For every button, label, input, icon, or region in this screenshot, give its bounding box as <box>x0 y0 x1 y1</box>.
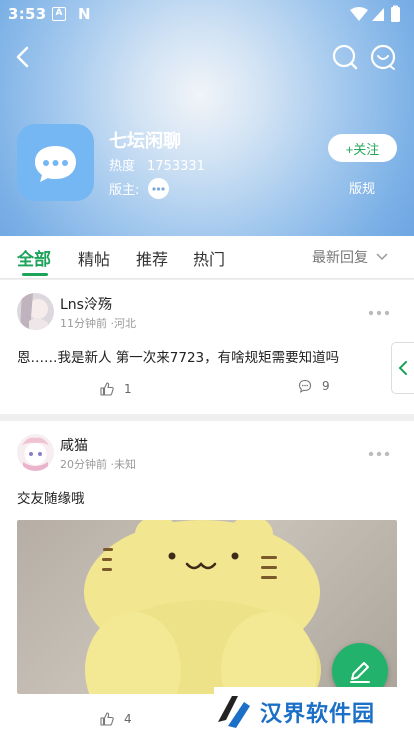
notification-a-icon: A <box>52 7 66 21</box>
board-title: 七坛闲聊 <box>109 131 181 152</box>
search-icon[interactable] <box>330 42 360 72</box>
like-button[interactable]: 4 <box>100 712 132 726</box>
thumb-up-icon <box>100 382 114 396</box>
more-moderators-icon[interactable] <box>148 178 170 199</box>
message-icon[interactable] <box>368 42 398 72</box>
sort-label: 最新回复 <box>312 250 368 266</box>
status-bar: 3:53 A N <box>0 0 414 30</box>
active-tab-indicator <box>22 273 48 276</box>
watermark-logo-icon <box>218 696 250 728</box>
post-card[interactable]: Lns泠殇 11分钟前 ·河北 恩……我是新人 第一次来7723，有啥规矩需要知… <box>0 280 414 414</box>
board-chat-icon <box>17 124 94 201</box>
tab-featured[interactable]: 精帖 <box>78 246 110 270</box>
follow-button[interactable]: +关注 <box>328 134 397 162</box>
more-options-icon[interactable] <box>368 302 390 316</box>
watermark-text: 汉界软件园 <box>260 702 376 727</box>
pencil-icon <box>350 662 370 683</box>
back-icon[interactable] <box>8 42 38 72</box>
sort-dropdown[interactable]: 最新回复 <box>312 247 388 267</box>
post-filter-tabs: 全部 精帖 推荐 热门 最新回复 <box>0 236 414 279</box>
post-author[interactable]: 咸猫 <box>60 435 88 455</box>
post-author[interactable]: Lns泠殇 <box>60 294 112 314</box>
post-content: 交友随缘哦 <box>17 491 85 507</box>
like-button[interactable]: 1 <box>100 382 132 396</box>
chevron-left-icon <box>398 361 407 375</box>
status-time: 3:53 <box>8 5 47 23</box>
post-meta: 20分钟前 ·未知 <box>60 458 136 471</box>
side-drawer-handle[interactable] <box>391 342 414 394</box>
comment-icon <box>298 379 312 393</box>
like-count: 4 <box>124 712 132 726</box>
tab-all[interactable]: 全部 <box>17 245 51 270</box>
tab-recommended[interactable]: 推荐 <box>136 246 168 270</box>
notification-n-icon: N <box>78 5 91 23</box>
post-content: 恩……我是新人 第一次来7723，有啥规矩需要知道吗 <box>17 350 340 366</box>
tab-hot[interactable]: 热门 <box>193 246 225 270</box>
board-rules-link[interactable]: 版规 <box>349 178 375 197</box>
moderator-row: 版主: <box>109 178 170 199</box>
board-header: 3:53 A N 七坛闲聊 热度 1753331 版主: +关注 版规 <box>0 0 414 236</box>
board-heat: 热度 1753331 <box>109 155 205 174</box>
like-count: 1 <box>124 382 132 396</box>
thumb-up-icon <box>100 712 114 726</box>
avatar[interactable] <box>17 293 54 330</box>
signal-battery-icon <box>348 5 404 27</box>
avatar[interactable] <box>17 434 54 471</box>
chevron-down-icon <box>376 253 388 261</box>
watermark: 汉界软件园 <box>214 687 414 737</box>
moderator-label: 版主: <box>109 183 140 198</box>
heat-label: 热度 <box>109 159 136 174</box>
more-options-icon[interactable] <box>368 443 390 457</box>
comment-count: 9 <box>322 379 330 393</box>
heat-value: 1753331 <box>147 159 205 174</box>
comment-button[interactable]: 9 <box>298 379 330 393</box>
post-meta: 11分钟前 ·河北 <box>60 317 136 330</box>
